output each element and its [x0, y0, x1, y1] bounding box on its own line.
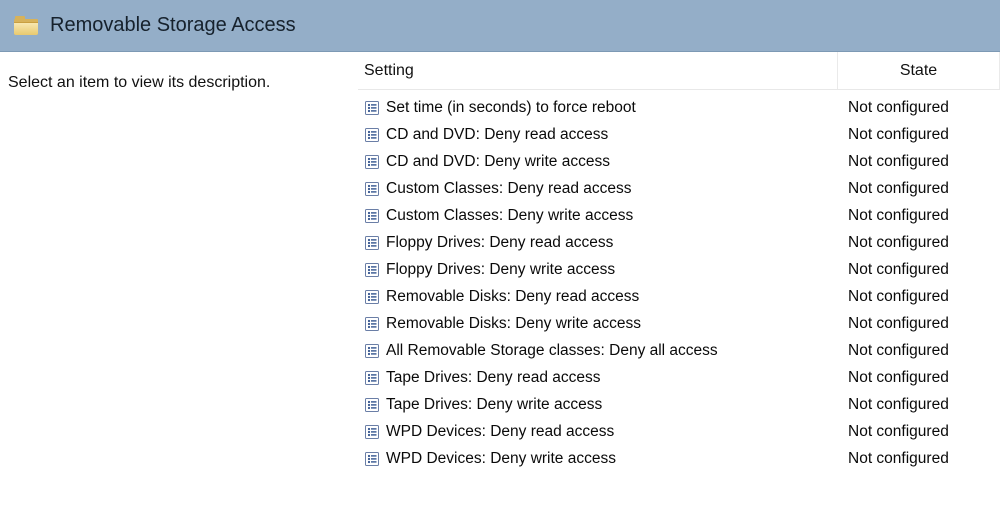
description-pane: Select an item to view its description.: [0, 52, 358, 520]
setting-state: Not configured: [838, 369, 1000, 387]
policy-setting-icon: [364, 127, 380, 143]
setting-name: Tape Drives: Deny read access: [386, 369, 601, 387]
policy-setting-icon: [364, 370, 380, 386]
setting-cell: CD and DVD: Deny read access: [358, 126, 838, 144]
policy-setting-icon: [364, 289, 380, 305]
policy-setting-icon: [364, 343, 380, 359]
setting-row[interactable]: Tape Drives: Deny read access Not configu…: [358, 364, 1000, 391]
setting-row[interactable]: Removable Disks: Deny write access Not co…: [358, 310, 1000, 337]
policy-setting-icon: [364, 424, 380, 440]
setting-cell: Tape Drives: Deny write access: [358, 396, 838, 414]
setting-name: All Removable Storage classes: Deny all …: [386, 342, 718, 360]
content-body: Select an item to view its description. …: [0, 52, 1000, 520]
setting-name: CD and DVD: Deny write access: [386, 153, 610, 171]
setting-row[interactable]: All Removable Storage classes: Deny all …: [358, 337, 1000, 364]
page-title: Removable Storage Access: [50, 14, 296, 37]
setting-cell: All Removable Storage classes: Deny all …: [358, 342, 838, 360]
setting-cell: WPD Devices: Deny write access: [358, 450, 838, 468]
setting-state: Not configured: [838, 288, 1000, 306]
setting-row[interactable]: Custom Classes: Deny write access Not con…: [358, 202, 1000, 229]
setting-row[interactable]: Floppy Drives: Deny read access Not confi…: [358, 229, 1000, 256]
setting-name: Floppy Drives: Deny read access: [386, 234, 613, 252]
policy-setting-icon: [364, 262, 380, 278]
column-header-setting[interactable]: Setting: [358, 52, 838, 89]
setting-name: WPD Devices: Deny read access: [386, 423, 614, 441]
setting-name: Removable Disks: Deny read access: [386, 288, 639, 306]
setting-row[interactable]: Floppy Drives: Deny write access Not conf…: [358, 256, 1000, 283]
setting-state: Not configured: [838, 207, 1000, 225]
setting-name: CD and DVD: Deny read access: [386, 126, 608, 144]
setting-state: Not configured: [838, 261, 1000, 279]
setting-row[interactable]: Custom Classes: Deny read access Not conf…: [358, 175, 1000, 202]
setting-cell: Set time (in seconds) to force reboot: [358, 99, 838, 117]
setting-row[interactable]: Removable Disks: Deny read access Not con…: [358, 283, 1000, 310]
setting-name: Floppy Drives: Deny write access: [386, 261, 615, 279]
setting-state: Not configured: [838, 99, 1000, 117]
setting-state: Not configured: [838, 180, 1000, 198]
policy-setting-icon: [364, 397, 380, 413]
settings-rows: Set time (in seconds) to force reboot Not…: [358, 90, 1000, 520]
setting-row[interactable]: CD and DVD: Deny write access Not configu…: [358, 148, 1000, 175]
setting-state: Not configured: [838, 342, 1000, 360]
setting-name: Tape Drives: Deny write access: [386, 396, 602, 414]
policy-setting-icon: [364, 451, 380, 467]
title-bar: Removable Storage Access: [0, 0, 1000, 52]
policy-setting-icon: [364, 154, 380, 170]
setting-name: WPD Devices: Deny write access: [386, 450, 616, 468]
setting-state: Not configured: [838, 234, 1000, 252]
setting-state: Not configured: [838, 315, 1000, 333]
setting-state: Not configured: [838, 153, 1000, 171]
setting-cell: CD and DVD: Deny write access: [358, 153, 838, 171]
setting-name: Removable Disks: Deny write access: [386, 315, 641, 333]
setting-cell: Tape Drives: Deny read access: [358, 369, 838, 387]
policy-setting-icon: [364, 181, 380, 197]
setting-cell: Custom Classes: Deny write access: [358, 207, 838, 225]
policy-setting-icon: [364, 100, 380, 116]
setting-cell: Custom Classes: Deny read access: [358, 180, 838, 198]
policy-setting-icon: [364, 208, 380, 224]
policy-setting-icon: [364, 316, 380, 332]
setting-name: Custom Classes: Deny read access: [386, 180, 632, 198]
setting-state: Not configured: [838, 396, 1000, 414]
setting-state: Not configured: [838, 450, 1000, 468]
setting-state: Not configured: [838, 126, 1000, 144]
setting-cell: Floppy Drives: Deny read access: [358, 234, 838, 252]
setting-name: Set time (in seconds) to force reboot: [386, 99, 636, 117]
column-header-state[interactable]: State: [838, 52, 1000, 89]
setting-cell: Floppy Drives: Deny write access: [358, 261, 838, 279]
setting-row[interactable]: Set time (in seconds) to force reboot Not…: [358, 94, 1000, 121]
policy-setting-icon: [364, 235, 380, 251]
setting-row[interactable]: CD and DVD: Deny read access Not configur…: [358, 121, 1000, 148]
setting-cell: Removable Disks: Deny write access: [358, 315, 838, 333]
settings-list-pane: Setting State Set time (in seconds) to f…: [358, 52, 1000, 520]
setting-cell: Removable Disks: Deny read access: [358, 288, 838, 306]
setting-row[interactable]: Tape Drives: Deny write access Not config…: [358, 391, 1000, 418]
description-prompt: Select an item to view its description.: [8, 74, 270, 91]
column-headers: Setting State: [358, 52, 1000, 90]
setting-state: Not configured: [838, 423, 1000, 441]
folder-icon: [14, 17, 38, 35]
setting-name: Custom Classes: Deny write access: [386, 207, 633, 225]
setting-cell: WPD Devices: Deny read access: [358, 423, 838, 441]
setting-row[interactable]: WPD Devices: Deny write access Not config…: [358, 445, 1000, 472]
setting-row[interactable]: WPD Devices: Deny read access Not configu…: [358, 418, 1000, 445]
